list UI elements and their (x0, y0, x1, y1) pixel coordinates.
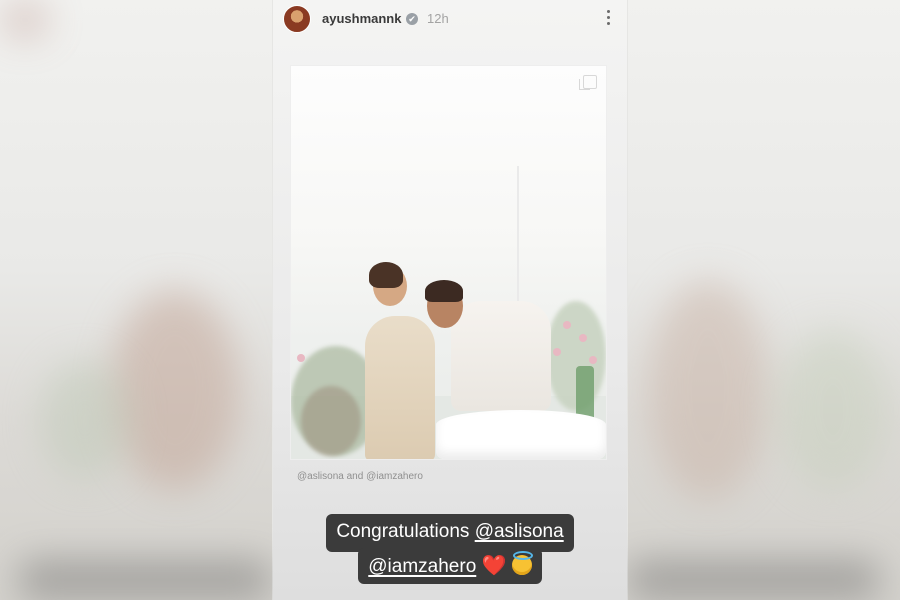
backdrop-right (628, 0, 900, 600)
smiling-face-with-halo-icon (511, 551, 533, 575)
verified-badge-icon: ✔ (406, 13, 418, 25)
caption-line-2: @iamzahero ❤️ (358, 548, 542, 584)
multiple-posts-icon (579, 75, 597, 90)
caption-line-1: Congratulations @aslisona (326, 514, 574, 552)
shared-post-photo[interactable] (291, 66, 606, 459)
round-table (436, 410, 606, 459)
mention-aslisona[interactable]: @aslisona (475, 521, 564, 542)
post-tags[interactable]: @aslisona and @iamzahero (297, 471, 423, 482)
post-time: 12h (427, 11, 449, 26)
woman-figure (365, 316, 435, 459)
man-figure (451, 301, 551, 411)
mention-iamzahero[interactable]: @iamzahero (368, 556, 476, 577)
avatar[interactable] (283, 5, 311, 33)
story-caption: Congratulations @aslisona @iamzahero ❤️ (273, 514, 627, 584)
backdrop-left (0, 0, 272, 600)
more-vertical-icon[interactable] (607, 10, 611, 26)
story-card[interactable]: ayushmannk ✔ 12h @aslisona and @iamzaher… (273, 0, 627, 600)
caption-text: Congratulations (336, 521, 475, 542)
username[interactable]: ayushmannk (322, 11, 401, 26)
red-heart-icon: ❤️ (481, 555, 507, 577)
story-header: ayushmannk ✔ 12h (273, 0, 627, 40)
